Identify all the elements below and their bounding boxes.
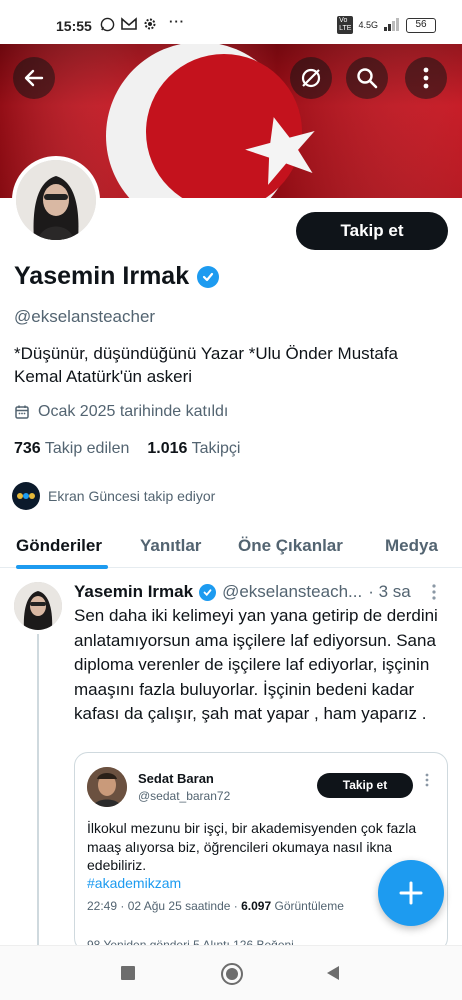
network-label: 4.5G: [358, 20, 378, 30]
volte-icon: Vo LTE: [337, 16, 354, 34]
status-time: 15:55: [56, 18, 92, 34]
active-tab-indicator: [16, 565, 108, 569]
tab-posts[interactable]: Gönderiler: [16, 536, 102, 556]
settings-icon: [143, 17, 157, 35]
back-button[interactable]: [13, 57, 55, 99]
home-button[interactable]: [221, 963, 243, 985]
followers-count: 1.016: [147, 440, 188, 457]
thread-line: [37, 634, 39, 945]
post-author-handle: @ekselansteach...: [222, 582, 363, 601]
quoted-post[interactable]: Sedat Baran @sedat_baran72 Takip et İlko…: [74, 752, 448, 952]
whatsapp-icon: [100, 17, 115, 35]
profile-avatar[interactable]: [12, 156, 100, 244]
profile-bio: *Düşünür, düşündüğünü Yazar *Ulu Önder M…: [14, 344, 399, 386]
followers-label: Takipçi: [191, 440, 241, 457]
search-icon: [357, 68, 378, 89]
followers-link[interactable]: 1.016 Takipçi: [147, 440, 240, 458]
follower-avatar: [12, 482, 40, 510]
followed-by-row[interactable]: Ekran Güncesi takip ediyor: [12, 482, 215, 510]
more-options-button[interactable]: [405, 57, 447, 99]
compose-post-button[interactable]: [378, 860, 444, 926]
joined-date-text: Ocak 2025 tarihinde katıldı: [38, 403, 229, 420]
post-header: Yasemin Irmak @ekselansteach... · 3 sa: [74, 582, 411, 602]
battery-indicator: 56: [406, 17, 436, 33]
tab-highlights[interactable]: Öne Çıkanlar: [238, 536, 343, 556]
status-notification-icons: ···: [100, 14, 185, 35]
status-system-icons: Vo LTE 4.5G 56: [337, 16, 436, 34]
quoted-author-name[interactable]: Sedat Baran: [138, 771, 214, 786]
following-link[interactable]: 736 Takip edilen: [14, 440, 129, 458]
calendar-icon: [15, 405, 29, 419]
plus-icon: [399, 881, 423, 905]
quoted-author-avatar[interactable]: [87, 767, 127, 807]
joined-date-row: Ocak 2025 tarihinde katıldı: [14, 403, 228, 421]
recents-button[interactable]: [121, 966, 135, 980]
quoted-meta: 22:49 · 02 Ağu 25 saatinde · 6.097 Görün…: [87, 899, 344, 913]
quoted-more-icon[interactable]: [425, 773, 429, 790]
search-button[interactable]: [346, 57, 388, 99]
post-more-icon[interactable]: [432, 584, 436, 605]
quoted-views-label: Görüntüleme: [274, 899, 344, 913]
more-dots-icon: ···: [169, 14, 185, 29]
followed-by-text: Ekran Güncesi takip ediyor: [48, 488, 216, 504]
follow-button[interactable]: Takip et: [296, 212, 448, 250]
quoted-author-handle: @sedat_baran72: [138, 789, 231, 803]
system-navigation-bar: [0, 945, 462, 1000]
post-author-name[interactable]: Yasemin Irmak: [74, 582, 193, 602]
verified-badge-icon: [199, 583, 217, 601]
post-text: Sen daha iki kelimeyi yan yana getirip d…: [74, 606, 438, 723]
post-author-avatar[interactable]: [14, 582, 62, 630]
status-bar: 15:55 ··· Vo LTE 4.5G 56: [0, 0, 462, 44]
profile-name-row: Yasemin Irmak: [14, 262, 220, 291]
quoted-views-count: 6.097: [241, 899, 272, 913]
profile-handle: @ekselansteacher: [14, 307, 156, 326]
quoted-follow-button[interactable]: Takip et: [317, 773, 413, 798]
back-nav-icon[interactable]: [325, 965, 341, 981]
signal-icon: [383, 17, 401, 34]
quoted-datetime: 22:49 · 02 Ağu 25 saatinde ·: [87, 899, 242, 913]
quoted-text: İlkokul mezunu bir işçi, bir akademisyen…: [87, 820, 417, 873]
profile-tabs: Gönderiler Yanıtlar Öne Çıkanlar Medya: [0, 522, 462, 568]
follow-stats: 736 Takip edilen 1.016 Takipçi: [14, 440, 240, 458]
gmail-icon: [121, 17, 137, 35]
mute-icon: [301, 68, 321, 88]
back-arrow-icon: [24, 69, 44, 87]
tab-media[interactable]: Medya: [385, 536, 438, 556]
profile-name: Yasemin Irmak: [14, 262, 190, 290]
following-count: 736: [14, 440, 41, 457]
verified-badge-icon[interactable]: [197, 265, 220, 288]
quoted-hashtag[interactable]: #akademikzam: [87, 875, 181, 891]
mute-button[interactable]: [290, 57, 332, 99]
following-label: Takip edilen: [44, 440, 130, 457]
tab-replies[interactable]: Yanıtlar: [140, 536, 201, 556]
more-vert-icon: [423, 67, 429, 89]
post-time: · 3 sa: [368, 582, 411, 601]
